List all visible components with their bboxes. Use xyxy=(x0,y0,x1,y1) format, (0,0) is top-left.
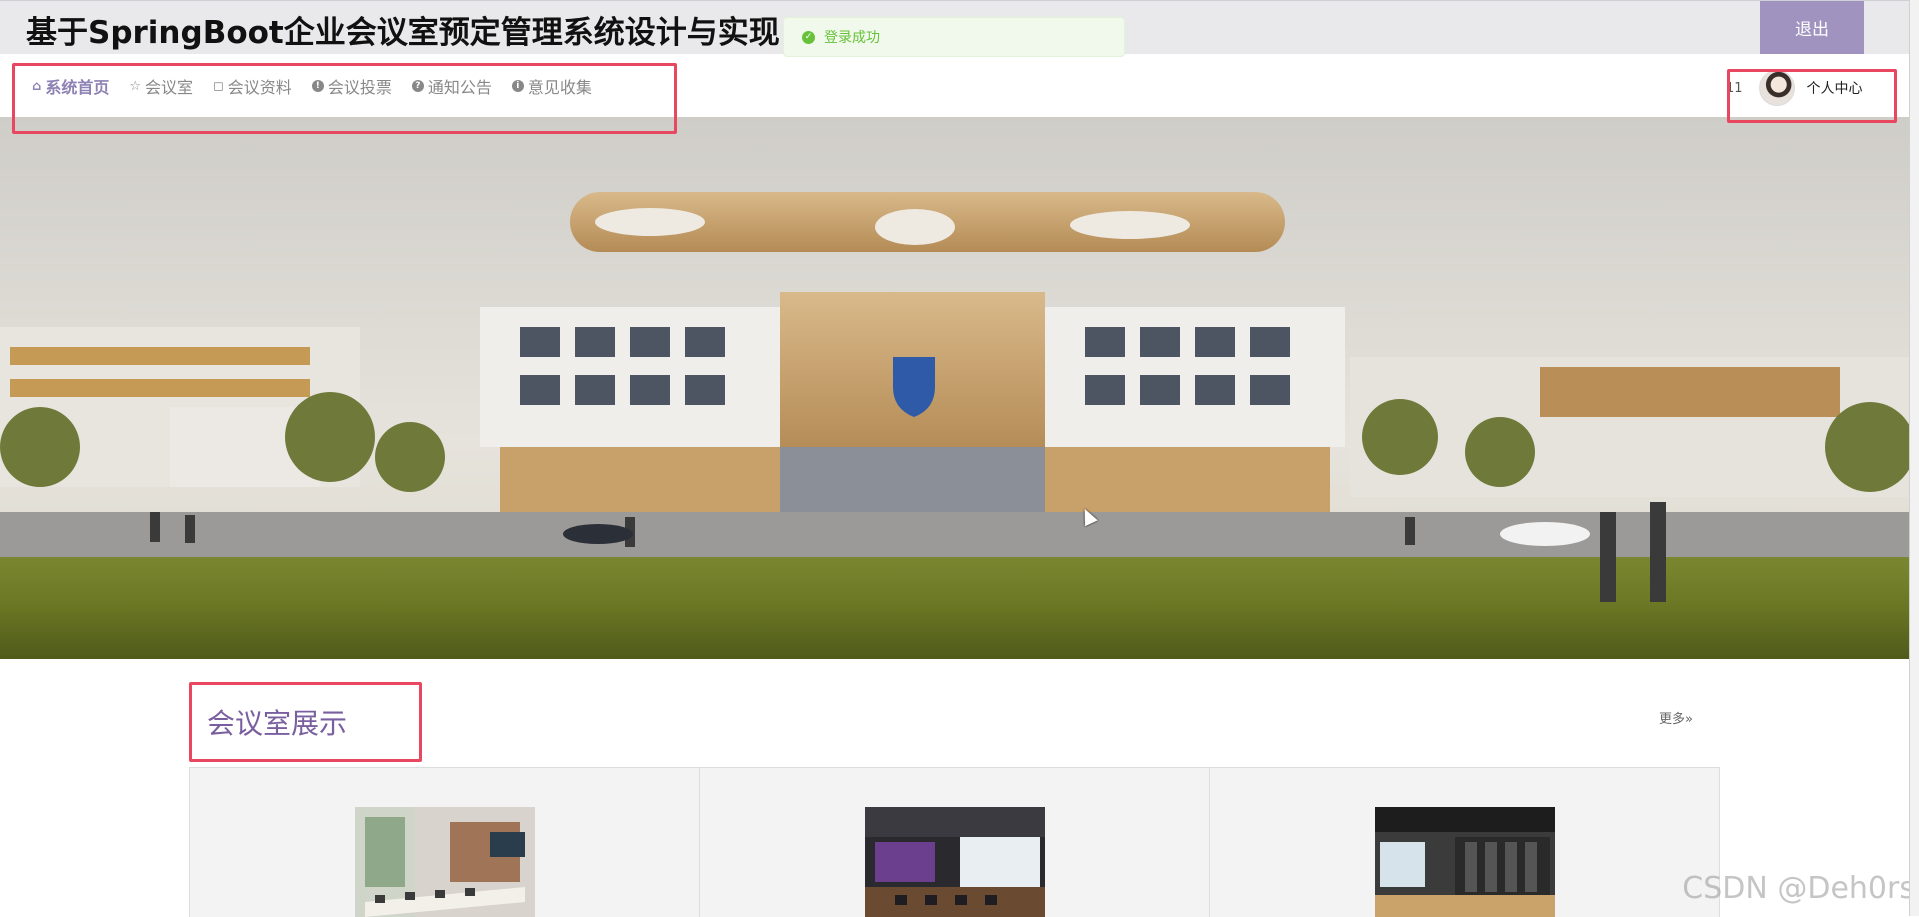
nav-item-meeting-room[interactable]: ☆ 会议室 xyxy=(129,74,193,98)
nav-item-label: 通知公告 xyxy=(427,78,492,97)
user-area: 11 个人中心 xyxy=(1726,70,1863,106)
nav-menu: ⌂ 系统首页 ☆ 会议室 ◻ 会议资料 ! 会议投票 ? 通知公告 i 意见收集 xyxy=(32,74,612,98)
nav-item-label: 会议资料 xyxy=(227,78,292,97)
avatar[interactable] xyxy=(1758,70,1795,106)
check-circle-icon: ✓ xyxy=(802,30,815,44)
site-title: 基于SpringBoot企业会议室预定管理系统设计与实现 xyxy=(26,15,780,51)
success-toast: ✓ 登录成功 xyxy=(783,17,1125,57)
nav-item-meeting-materials[interactable]: ◻ 会议资料 xyxy=(213,74,292,98)
nav-item-label: 系统首页 xyxy=(45,78,110,97)
toast-message: 登录成功 xyxy=(824,30,880,46)
meeting-room-card[interactable] xyxy=(1210,768,1720,917)
meeting-room-card[interactable] xyxy=(190,768,700,917)
meeting-room-image xyxy=(864,807,1045,917)
logout-button[interactable]: 退出 xyxy=(1760,1,1864,54)
nav-item-label: 会议室 xyxy=(144,78,193,97)
watermark: CSDN @Deh0rs xyxy=(1682,871,1915,906)
personal-center-link[interactable]: 个人中心 xyxy=(1807,78,1863,98)
nav-item-notices[interactable]: ? 通知公告 xyxy=(411,74,492,98)
bag-icon: ◻ xyxy=(213,78,224,94)
user-count: 11 xyxy=(1726,80,1743,96)
nav-item-label: 会议投票 xyxy=(327,78,392,97)
meeting-room-cards xyxy=(189,767,1720,917)
more-link[interactable]: 更多» xyxy=(1659,708,1693,727)
home-icon: ⌂ xyxy=(32,78,42,94)
info-icon: i xyxy=(511,80,524,92)
star-icon: ☆ xyxy=(129,78,141,94)
meeting-room-card[interactable] xyxy=(700,768,1210,917)
meeting-room-image xyxy=(354,807,535,917)
window-scrollbar[interactable] xyxy=(1909,0,1919,916)
nav-item-meeting-vote[interactable]: ! 会议投票 xyxy=(311,74,392,98)
nav-item-home[interactable]: ⌂ 系统首页 xyxy=(32,74,109,98)
nav-bar: ⌂ 系统首页 ☆ 会议室 ◻ 会议资料 ! 会议投票 ? 通知公告 i 意见收集 xyxy=(0,54,1910,117)
meeting-room-image xyxy=(1374,807,1555,917)
question-icon: ? xyxy=(411,80,424,92)
nav-item-label: 意见收集 xyxy=(527,78,592,97)
info-icon: ! xyxy=(311,80,324,92)
banner-image xyxy=(0,117,1910,659)
nav-item-feedback[interactable]: i 意见收集 xyxy=(511,74,592,98)
section-title: 会议室展示 xyxy=(207,707,348,740)
